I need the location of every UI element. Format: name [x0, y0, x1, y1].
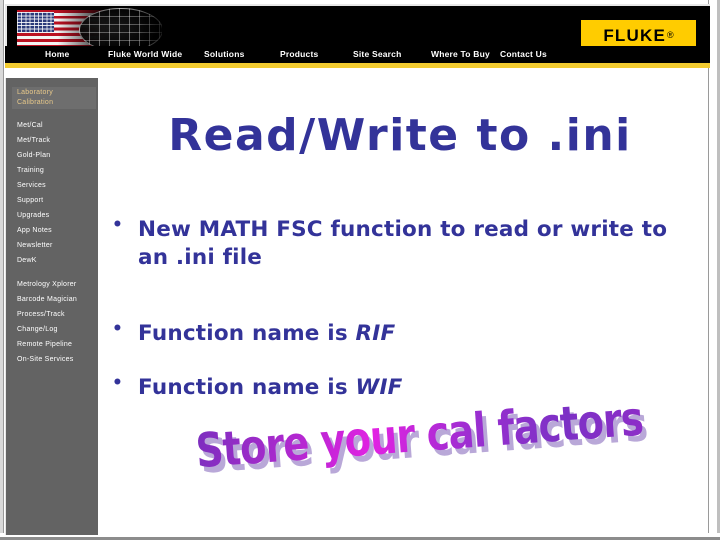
nav-item-fluke-world-wide[interactable]: Fluke World Wide — [108, 49, 182, 59]
sidebar-item-upgrades[interactable]: Upgrades — [17, 212, 49, 219]
fluke-logo-wordmark: FLUKE — [603, 25, 667, 45]
sidebar-item-change-log[interactable]: Change/Log — [17, 326, 58, 333]
header-accent-rule — [5, 63, 710, 68]
usa-flag-globe-icon — [17, 8, 162, 50]
sidebar-item-metcal[interactable]: Met/Cal — [17, 122, 43, 129]
frame-border-right — [708, 0, 720, 540]
sidebar-item-gold-plan[interactable]: Gold-Plan — [17, 152, 50, 159]
sidebar-item-support[interactable]: Support — [17, 197, 43, 204]
nav-item-where-to-buy[interactable]: Where To Buy — [431, 49, 490, 59]
sidebar-item-mettrack[interactable]: Met/Track — [17, 137, 50, 144]
slide-title: Read/Write to .ini — [168, 110, 632, 161]
bullet-item-1: New MATH FSC function to read or write t… — [104, 214, 684, 273]
sidebar-item-process-track[interactable]: Process/Track — [17, 311, 65, 318]
sidebar-item-barcode-magician[interactable]: Barcode Magician — [17, 296, 77, 303]
registered-trademark-icon: ® — [667, 30, 674, 40]
primary-nav: Home Fluke World Wide Solutions Products… — [5, 46, 710, 63]
sidebar-item-app-notes[interactable]: App Notes — [17, 227, 52, 234]
sidebar-item-services[interactable]: Services — [17, 182, 46, 189]
sidebar-item-metrology-xplorer[interactable]: Metrology Xplorer — [17, 281, 77, 288]
wordart-text: Store your cal factors Store your cal fa… — [194, 392, 649, 485]
nav-item-site-search[interactable]: Site Search — [353, 49, 402, 59]
frame-border-bottom — [0, 533, 720, 540]
flag-canton — [17, 12, 54, 32]
bullet-item-2: Function name is RIF — [104, 318, 684, 348]
sidebar-item-training[interactable]: Training — [17, 167, 44, 174]
sidebar: Laboratory Calibration Met/Cal Met/Track… — [5, 78, 98, 535]
slide-canvas: FLUKE ® Home Fluke World Wide Solutions P… — [0, 0, 720, 540]
bullet-text-3: Function name is — [138, 375, 356, 401]
nav-item-products[interactable]: Products — [280, 49, 318, 59]
bullet-text-1: New MATH FSC function to read or write t… — [138, 217, 668, 271]
bullet-emphasis-rif: RIF — [355, 320, 396, 346]
sidebar-item-remote-pipeline[interactable]: Remote Pipeline — [17, 341, 72, 348]
sidebar-item-newsletter[interactable]: Newsletter — [17, 242, 53, 249]
sidebar-item-on-site-services[interactable]: On-Site Services — [17, 356, 74, 363]
sidebar-heading-line2: Calibration — [17, 99, 54, 106]
globe-fade-mask — [135, 8, 162, 50]
sidebar-item-dewk[interactable]: DewK — [17, 257, 37, 264]
nav-item-solutions[interactable]: Solutions — [204, 49, 245, 59]
sidebar-heading-line1: Laboratory — [17, 89, 53, 96]
nav-item-home[interactable]: Home — [45, 49, 69, 59]
bullet-emphasis-wif: WIF — [355, 375, 403, 401]
bullet-list: New MATH FSC function to read or write t… — [104, 214, 684, 403]
frame-border-left — [0, 0, 4, 540]
bullet-text-2: Function name is — [138, 320, 356, 346]
nav-item-contact-us[interactable]: Contact Us — [500, 49, 547, 59]
wordart-banner: Store your cal factors Store your cal fa… — [194, 392, 649, 498]
